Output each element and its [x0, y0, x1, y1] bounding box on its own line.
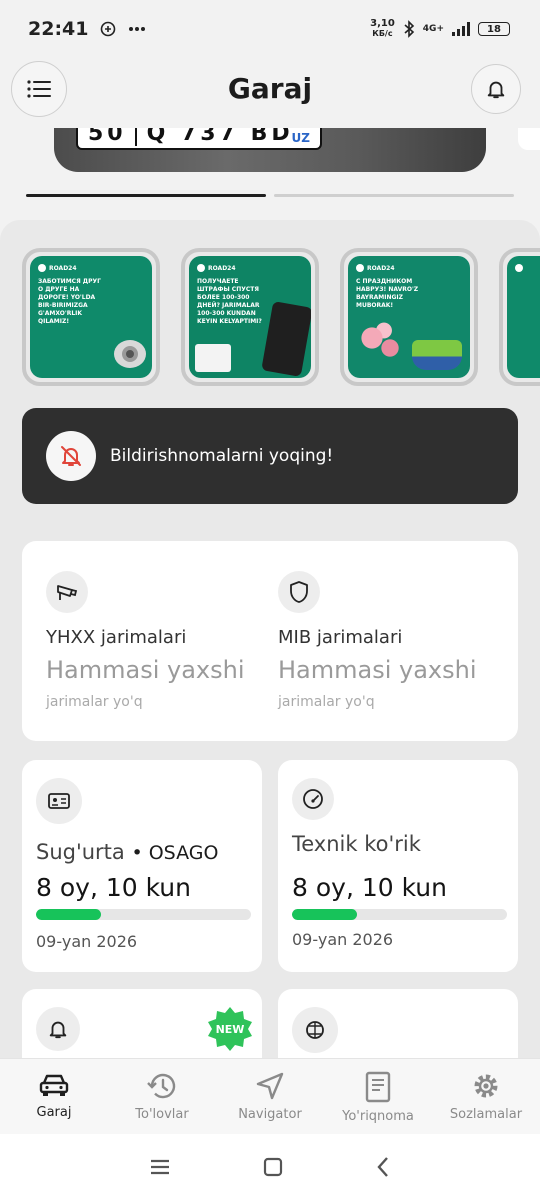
- nav-label: Yo'riqnoma: [342, 1109, 414, 1124]
- fine-title: YHXX jarimalari: [46, 627, 187, 648]
- nav-label: To'lovlar: [135, 1107, 189, 1122]
- page-title: Garaj: [227, 72, 313, 105]
- nav-item-sozlamalar[interactable]: Sozlamalar: [432, 1059, 540, 1134]
- id-card-icon: [48, 793, 70, 809]
- reminders-card[interactable]: NEW: [22, 989, 262, 1060]
- camera-icon: [57, 585, 78, 600]
- speedometer-icon-wrap: [292, 778, 334, 820]
- signal-icon: [452, 22, 470, 36]
- status-bar: 22:41 3,10 КБ/с 4G+ 18: [0, 0, 540, 58]
- book-icon: [365, 1071, 391, 1103]
- enable-notifications-banner[interactable]: Bildirishnomalarni yoqing!: [22, 408, 518, 504]
- network-speed: 3,10 КБ/с: [370, 18, 395, 39]
- fine-subtitle: jarimalar yo'q: [278, 694, 375, 710]
- main-content: ROAD24 ЗАБОТИМСЯ ДРУГ О ДРУГЕ НА ДОРОГЕ!…: [0, 220, 540, 1060]
- clock: 22:41: [28, 18, 89, 40]
- shield-icon-wrap: [278, 571, 320, 613]
- new-badge-label: NEW: [216, 1023, 245, 1036]
- inspection-date: 09-yan 2026: [292, 930, 394, 949]
- inspection-card[interactable]: Texnik ko'rik 8 oy, 10 kun 09-yan 2026: [278, 760, 518, 972]
- notifications-button[interactable]: [471, 64, 521, 114]
- story-item[interactable]: [499, 248, 540, 386]
- car-photo[interactable]: 50 Q 737 BD UZ: [54, 128, 486, 172]
- camera-icon-wrap: [46, 571, 88, 613]
- yhxx-fines[interactable]: YHXX jarimalari Hammasi yaxshi jarimalar…: [46, 571, 245, 710]
- fine-status: Hammasi yaxshi: [278, 656, 477, 684]
- fines-card: YHXX jarimalari Hammasi yaxshi jarimalar…: [22, 541, 518, 741]
- bell-icon-wrap: [36, 1007, 80, 1051]
- blossom-illustration: [354, 318, 414, 368]
- new-badge-icon: NEW: [208, 1007, 252, 1051]
- nav-label: Navigator: [238, 1107, 302, 1122]
- navigation-arrow-icon: [256, 1072, 284, 1100]
- bell-off-icon-wrap: [46, 431, 96, 481]
- globe-icon-wrap: [292, 1007, 338, 1053]
- license-plate: 50 Q 737 BD UZ: [76, 128, 322, 150]
- network-type: 4G+: [422, 24, 444, 34]
- bottom-navigation: Garaj To'lovlar Navigator Yo'riqnoma Soz…: [0, 1058, 540, 1134]
- car-page-indicator[interactable]: [274, 194, 514, 197]
- app-header: Garaj: [0, 58, 540, 122]
- add-circle-icon: [101, 21, 116, 37]
- service-card[interactable]: [278, 989, 518, 1060]
- insurance-date: 09-yan 2026: [36, 932, 138, 951]
- speedometer-icon: [303, 789, 323, 809]
- globe-icon: [306, 1021, 324, 1039]
- fine-subtitle: jarimalar yo'q: [46, 694, 143, 710]
- car-page-indicator-active: [26, 194, 266, 197]
- stories-carousel: ROAD24 ЗАБОТИМСЯ ДРУГ О ДРУГЕ НА ДОРОГЕ!…: [22, 248, 540, 386]
- nav-item-tolovlar[interactable]: To'lovlar: [108, 1059, 216, 1134]
- nav-item-yoriqnoma[interactable]: Yo'riqnoma: [324, 1059, 432, 1134]
- next-car-peek[interactable]: [518, 128, 540, 150]
- insurance-title: Sug'urta • OSAGO: [36, 840, 219, 864]
- nav-item-garaj[interactable]: Garaj: [0, 1059, 108, 1134]
- sprouts-illustration: [412, 340, 462, 370]
- more-dots-icon: [129, 27, 146, 31]
- home-icon[interactable]: [263, 1157, 283, 1177]
- recent-apps-icon[interactable]: [149, 1158, 171, 1176]
- insurance-progress: [36, 909, 251, 920]
- inspection-remaining: 8 oy, 10 kun: [292, 873, 447, 902]
- insurance-remaining: 8 oy, 10 kun: [36, 873, 191, 902]
- calendar-illustration: [195, 344, 231, 372]
- enable-notifications-label: Bildirishnomalarni yoqing!: [110, 446, 334, 466]
- shield-icon: [290, 581, 308, 603]
- bell-off-icon: [61, 446, 81, 466]
- fine-status: Hammasi yaxshi: [46, 656, 245, 684]
- bell-icon: [487, 81, 505, 99]
- nav-item-navigator[interactable]: Navigator: [216, 1059, 324, 1134]
- bell-icon: [49, 1021, 67, 1039]
- inspection-title: Texnik ko'rik: [292, 832, 421, 856]
- nav-label: Sozlamalar: [449, 1107, 523, 1122]
- nav-label: Garaj: [36, 1105, 72, 1120]
- mib-fines[interactable]: MIB jarimalari Hammasi yaxshi jarimalar …: [278, 571, 477, 710]
- history-icon: [147, 1073, 176, 1099]
- story-item[interactable]: ROAD24 ПОЛУЧАЕТЕ ШТРАФЫ СПУСТЯ БОЛЕЕ 100…: [181, 248, 319, 386]
- id-card-icon-wrap: [36, 778, 82, 824]
- system-navigation-bar: [0, 1134, 540, 1200]
- insurance-card[interactable]: Sug'urta • OSAGO 8 oy, 10 kun 09-yan 202…: [22, 760, 262, 972]
- inspection-progress: [292, 909, 507, 920]
- car-icon: [39, 1074, 69, 1096]
- bluetooth-icon: [404, 20, 414, 38]
- gear-icon: [474, 1074, 498, 1098]
- speaker-illustration-icon: [114, 340, 146, 368]
- battery-icon: 18: [478, 22, 510, 36]
- story-item[interactable]: ROAD24 С ПРАЗДНИКОМ НАВРУЗ! NAVRO'Z BAYR…: [340, 248, 478, 386]
- story-item[interactable]: ROAD24 ЗАБОТИМСЯ ДРУГ О ДРУГЕ НА ДОРОГЕ!…: [22, 248, 160, 386]
- fine-title: MIB jarimalari: [278, 627, 403, 648]
- insurance-type: • OSAGO: [131, 842, 219, 864]
- back-icon[interactable]: [375, 1156, 391, 1178]
- phone-illustration: [261, 301, 311, 377]
